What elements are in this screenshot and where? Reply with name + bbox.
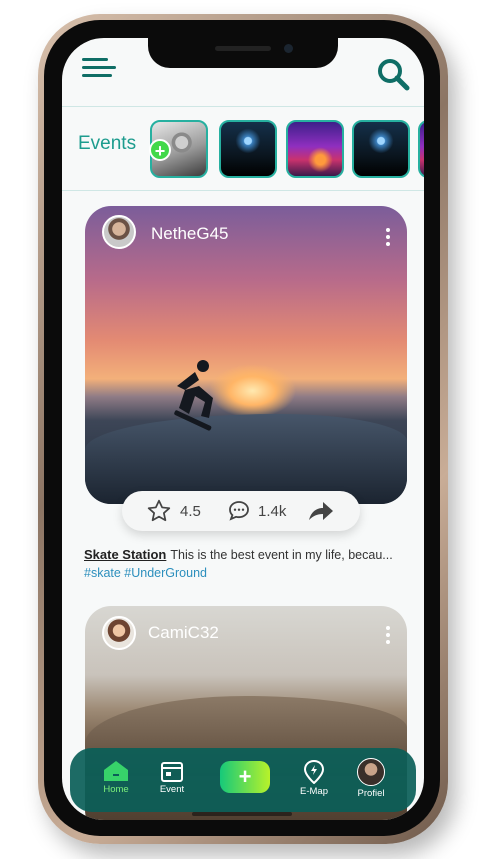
add-story-button[interactable]: + (149, 139, 171, 161)
nav-profile[interactable]: Profiel (343, 748, 399, 812)
front-camera (284, 44, 293, 53)
nav-event-label: Event (159, 784, 185, 795)
rating-button[interactable]: 4.5 (146, 491, 201, 531)
more-options-icon[interactable] (385, 626, 391, 646)
share-icon[interactable] (308, 499, 334, 523)
comment-icon (229, 501, 249, 521)
post-description: Skate Station This is the best event in m… (84, 547, 410, 562)
phone-speaker (215, 46, 271, 51)
nav-event[interactable]: Event (144, 748, 200, 812)
app-screen: Events + NetheG45 4.5 1.4k Skate Station… (62, 38, 424, 820)
post-username[interactable]: CamiC32 (148, 623, 219, 643)
hamburger-menu-icon[interactable] (82, 57, 116, 79)
header-divider (62, 106, 424, 107)
nav-home-label: Home (103, 784, 129, 795)
map-pin-icon (303, 760, 325, 784)
nav-home[interactable]: Home (88, 748, 144, 812)
calendar-icon (161, 762, 183, 782)
story-partial[interactable] (418, 120, 424, 178)
comment-count: 1.4k (258, 502, 287, 520)
rating-value: 4.5 (180, 502, 201, 520)
nav-emap[interactable]: E-Map (286, 748, 342, 812)
comment-button[interactable]: 1.4k (227, 491, 286, 531)
events-label: Events (78, 133, 137, 154)
post-action-bar: 4.5 1.4k (122, 491, 360, 531)
skater-figure (174, 360, 213, 431)
post-title-link[interactable]: Skate Station (84, 547, 166, 562)
phone-notch (148, 38, 338, 68)
story-concert-2[interactable] (352, 120, 410, 178)
star-icon (147, 499, 171, 522)
story-city-night[interactable] (286, 120, 344, 178)
post-hashtags[interactable]: #skate #UnderGround (84, 566, 207, 580)
stories-divider (62, 190, 424, 191)
nav-profile-label: Profiel (357, 788, 385, 799)
search-icon[interactable] (376, 57, 410, 91)
nav-emap-label: E-Map (300, 786, 328, 797)
home-icon (104, 761, 128, 781)
add-event-button[interactable]: + (220, 761, 270, 793)
post-description-text: This is the best event in my life, becau… (170, 548, 393, 562)
user-avatar[interactable] (102, 215, 136, 249)
post-card[interactable]: NetheG45 (85, 206, 407, 504)
home-indicator (192, 812, 292, 816)
user-avatar[interactable] (102, 616, 136, 650)
profile-avatar-icon (357, 758, 385, 786)
post-username[interactable]: NetheG45 (151, 224, 229, 244)
story-concert-1[interactable] (219, 120, 277, 178)
more-options-icon[interactable] (385, 228, 391, 248)
bottom-navigation: Home Event + E-Map Profiel (70, 748, 416, 812)
